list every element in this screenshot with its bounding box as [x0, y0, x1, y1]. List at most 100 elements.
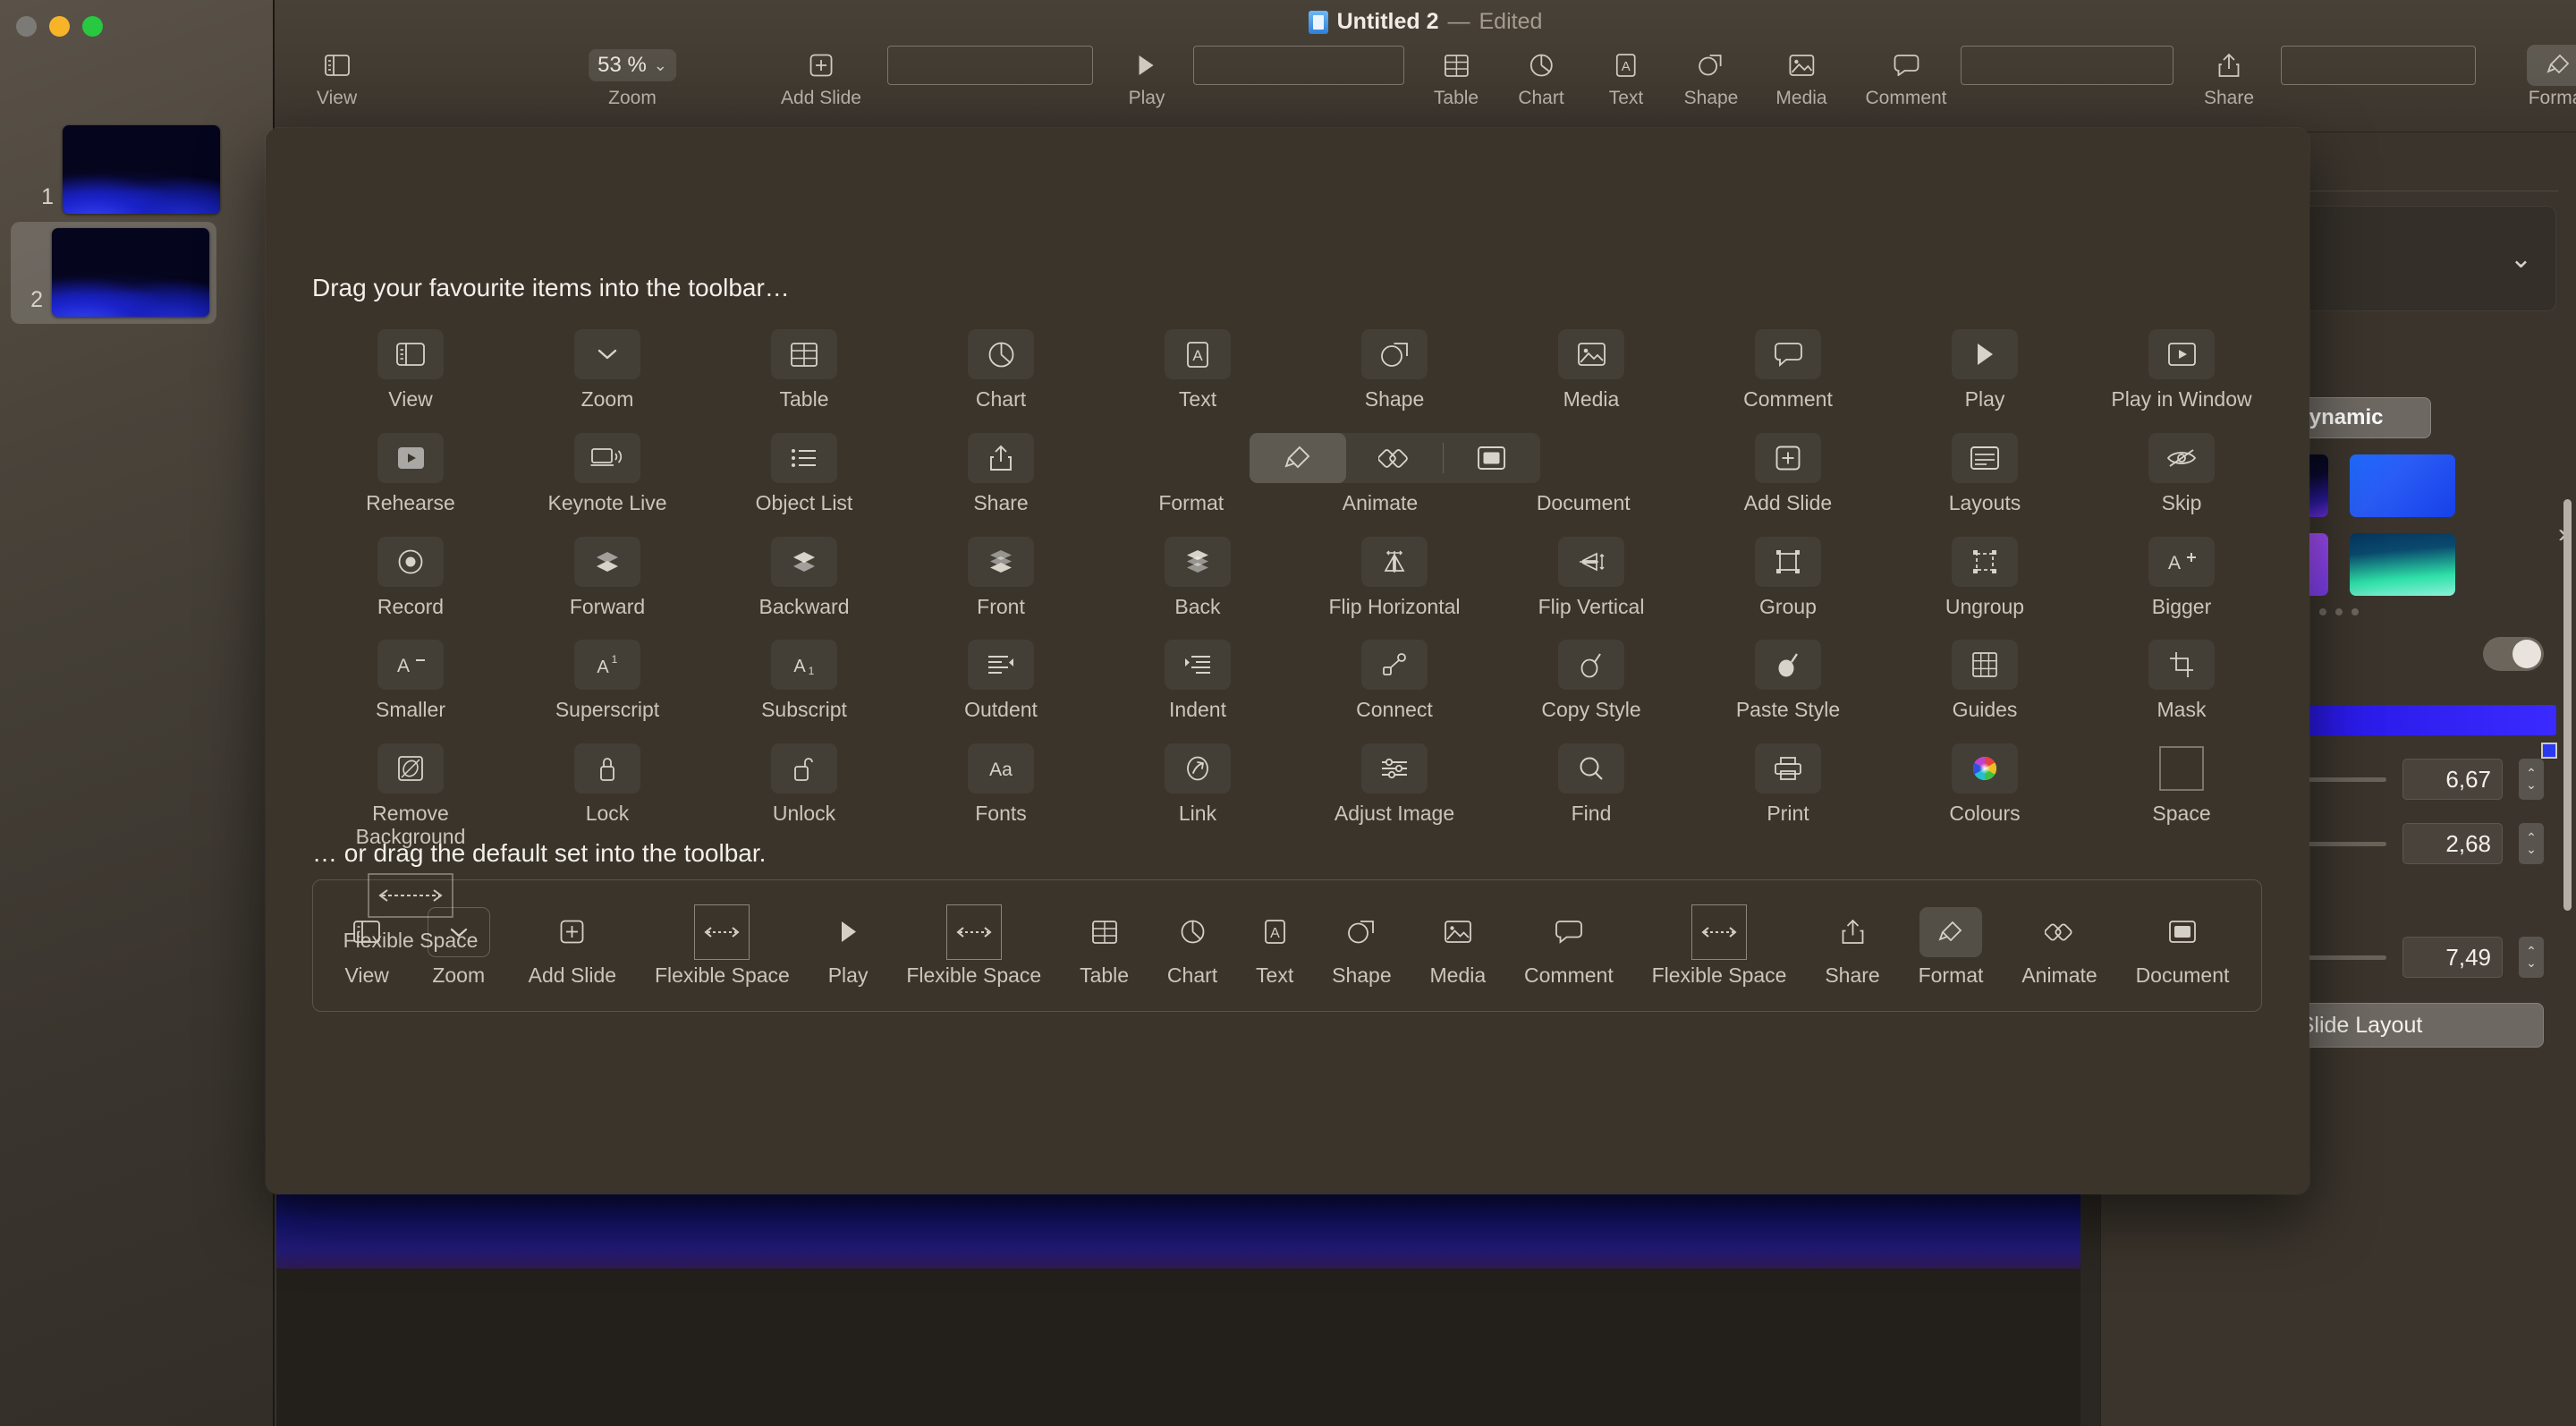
minimize-window-button[interactable] — [49, 16, 70, 37]
palette-item-outdent[interactable]: Outdent — [902, 640, 1099, 722]
palette-item-adjust-image[interactable]: Adjust Image — [1296, 743, 1493, 849]
toolbar-item-view[interactable]: View — [317, 45, 357, 109]
default-item-view[interactable]: View — [344, 904, 389, 988]
palette-item-zoom[interactable]: Zoom — [509, 329, 706, 412]
palette-item-colours[interactable]: Colours — [1886, 743, 2083, 849]
value-field[interactable]: 6,67 — [2402, 759, 2503, 800]
palette-item-remove-background[interactable]: Remove Background — [312, 743, 509, 849]
animate-icon[interactable] — [1346, 433, 1443, 483]
palette-item-fonts[interactable]: Aa Fonts — [902, 743, 1099, 849]
palette-item-guides[interactable]: Guides — [1886, 640, 2083, 722]
toolbar-item-shape[interactable]: Shape — [1684, 45, 1738, 109]
palette-item-space[interactable]: Space — [2083, 743, 2280, 849]
palette-item-play-in-window[interactable]: Play in Window — [2083, 329, 2280, 412]
sidebar-scrollbar[interactable] — [2563, 499, 2572, 911]
slide-thumbnail-2[interactable]: 2 — [11, 222, 216, 324]
palette-item-skip[interactable]: Skip — [2083, 432, 2280, 515]
default-item-play[interactable]: Play — [828, 904, 868, 988]
default-toolbar-set[interactable]: View Zoom Add Slide Flexible Space Play … — [312, 879, 2262, 1012]
palette-group-inspector[interactable]: Format Animate Document — [1099, 432, 1690, 515]
default-item-flexible-space-2[interactable]: Flexible Space — [906, 904, 1041, 988]
palette-item-smaller[interactable]: A Smaller — [312, 640, 509, 722]
palette-item-bigger[interactable]: A Bigger — [2083, 536, 2280, 619]
pagination-dot[interactable] — [2351, 608, 2359, 615]
peaks-value-field[interactable]: 7,49 — [2402, 937, 2503, 978]
default-item-share[interactable]: Share — [1825, 904, 1880, 988]
palette-item-unlock[interactable]: Unlock — [706, 743, 902, 849]
toolbar-item-share[interactable]: Share — [2204, 45, 2254, 109]
palette-item-superscript[interactable]: A1 Superscript — [509, 640, 706, 722]
palette-item-ungroup[interactable]: Ungroup — [1886, 536, 2083, 619]
palette-item-play[interactable]: Play — [1886, 329, 2083, 412]
pagination-dot[interactable] — [2334, 608, 2343, 615]
slide-thumbnail-image[interactable] — [52, 228, 209, 317]
palette-item-record[interactable]: Record — [312, 536, 509, 619]
toolbar-item-chart[interactable]: Chart — [1518, 45, 1564, 109]
toolbar-item-text[interactable]: A Text — [1609, 45, 1643, 109]
default-item-flexible-space-1[interactable]: Flexible Space — [655, 904, 790, 988]
palette-item-view[interactable]: View — [312, 329, 509, 412]
inspector-button-group[interactable] — [1249, 432, 1540, 483]
default-item-table[interactable]: Table — [1080, 904, 1129, 988]
default-item-text[interactable]: A Text — [1256, 904, 1293, 988]
value-field[interactable]: 2,68 — [2402, 823, 2503, 864]
toolbar-flexible-space-3[interactable] — [1961, 45, 2174, 86]
palette-item-forward[interactable]: Forward — [509, 536, 706, 619]
default-item-flexible-space-3[interactable]: Flexible Space — [1652, 904, 1786, 988]
maximize-window-button[interactable] — [82, 16, 103, 37]
stepper-down-icon[interactable]: ⌄ — [2526, 843, 2537, 855]
palette-item-print[interactable]: Print — [1690, 743, 1886, 849]
palette-item-back[interactable]: Back — [1099, 536, 1296, 619]
palette-item-backward[interactable]: Backward — [706, 536, 902, 619]
toolbar-item-table[interactable]: Table — [1434, 45, 1479, 109]
palette-item-indent[interactable]: Indent — [1099, 640, 1296, 722]
background-thumbnail[interactable] — [2349, 454, 2455, 517]
palette-item-rehearse[interactable]: Rehearse — [312, 432, 509, 515]
toolbar-item-media[interactable]: Media — [1775, 45, 1827, 109]
palette-item-find[interactable]: Find — [1493, 743, 1690, 849]
toolbar-flexible-space-1[interactable] — [887, 45, 1093, 86]
stepper-control[interactable]: ⌃ ⌄ — [2519, 759, 2544, 800]
default-item-animate[interactable]: Animate — [2021, 904, 2097, 988]
stepper-down-icon[interactable]: ⌄ — [2526, 778, 2537, 791]
palette-item-lock[interactable]: Lock — [509, 743, 706, 849]
window-traffic-lights[interactable] — [16, 16, 103, 37]
background-thumbnail[interactable] — [2349, 533, 2455, 596]
slide-navigator[interactable]: 1 2 — [0, 0, 275, 1426]
palette-item-copy-style[interactable]: Copy Style — [1493, 640, 1690, 722]
palette-item-add-slide[interactable]: Add Slide — [1690, 432, 1886, 515]
palette-item-share[interactable]: Share — [902, 432, 1099, 515]
default-item-add-slide[interactable]: Add Slide — [529, 904, 616, 988]
toolbar-item-zoom[interactable]: 53 % ⌄ Zoom — [589, 45, 676, 109]
stepper-control[interactable]: ⌃ ⌄ — [2519, 823, 2544, 864]
zoom-popup-button[interactable]: 53 % ⌄ — [589, 49, 676, 81]
toolbar-item-comment[interactable]: Comment — [1865, 45, 1947, 109]
toolbar-flexible-space-4[interactable] — [2281, 45, 2476, 86]
default-item-chart[interactable]: Chart — [1167, 904, 1217, 988]
palette-item-group[interactable]: Group — [1690, 536, 1886, 619]
toolbar-item-format[interactable]: Format — [2527, 45, 2576, 109]
palette-item-media[interactable]: Media — [1493, 329, 1690, 412]
palette-item-table[interactable]: Table — [706, 329, 902, 412]
palette-item-shape[interactable]: Shape — [1296, 329, 1493, 412]
background-toggle-switch[interactable] — [2483, 637, 2544, 671]
palette-item-connect[interactable]: Connect — [1296, 640, 1493, 722]
format-brush-icon[interactable] — [1249, 432, 1346, 483]
toolbar-flexible-space-2[interactable] — [1193, 45, 1404, 86]
palette-item-layouts[interactable]: Layouts — [1886, 432, 2083, 515]
palette-item-comment[interactable]: Comment — [1690, 329, 1886, 412]
toolbar-item-play[interactable]: Play — [1129, 45, 1165, 109]
pagination-dot[interactable] — [2318, 608, 2326, 615]
document-icon[interactable] — [1444, 433, 1540, 483]
default-item-comment[interactable]: Comment — [1524, 904, 1614, 988]
palette-item-keynote-live[interactable]: Keynote Live — [509, 432, 706, 515]
slide-canvas[interactable] — [276, 1188, 2080, 1269]
slide-thumbnail-1[interactable]: 1 — [21, 125, 220, 214]
palette-item-subscript[interactable]: A1 Subscript — [706, 640, 902, 722]
slide-thumbnail-image[interactable] — [63, 125, 220, 214]
default-item-zoom[interactable]: Zoom — [427, 904, 490, 988]
palette-item-chart[interactable]: Chart — [902, 329, 1099, 412]
palette-item-paste-style[interactable]: Paste Style — [1690, 640, 1886, 722]
palette-item-front[interactable]: Front — [902, 536, 1099, 619]
palette-item-flip-vertical[interactable]: Flip Vertical — [1493, 536, 1690, 619]
